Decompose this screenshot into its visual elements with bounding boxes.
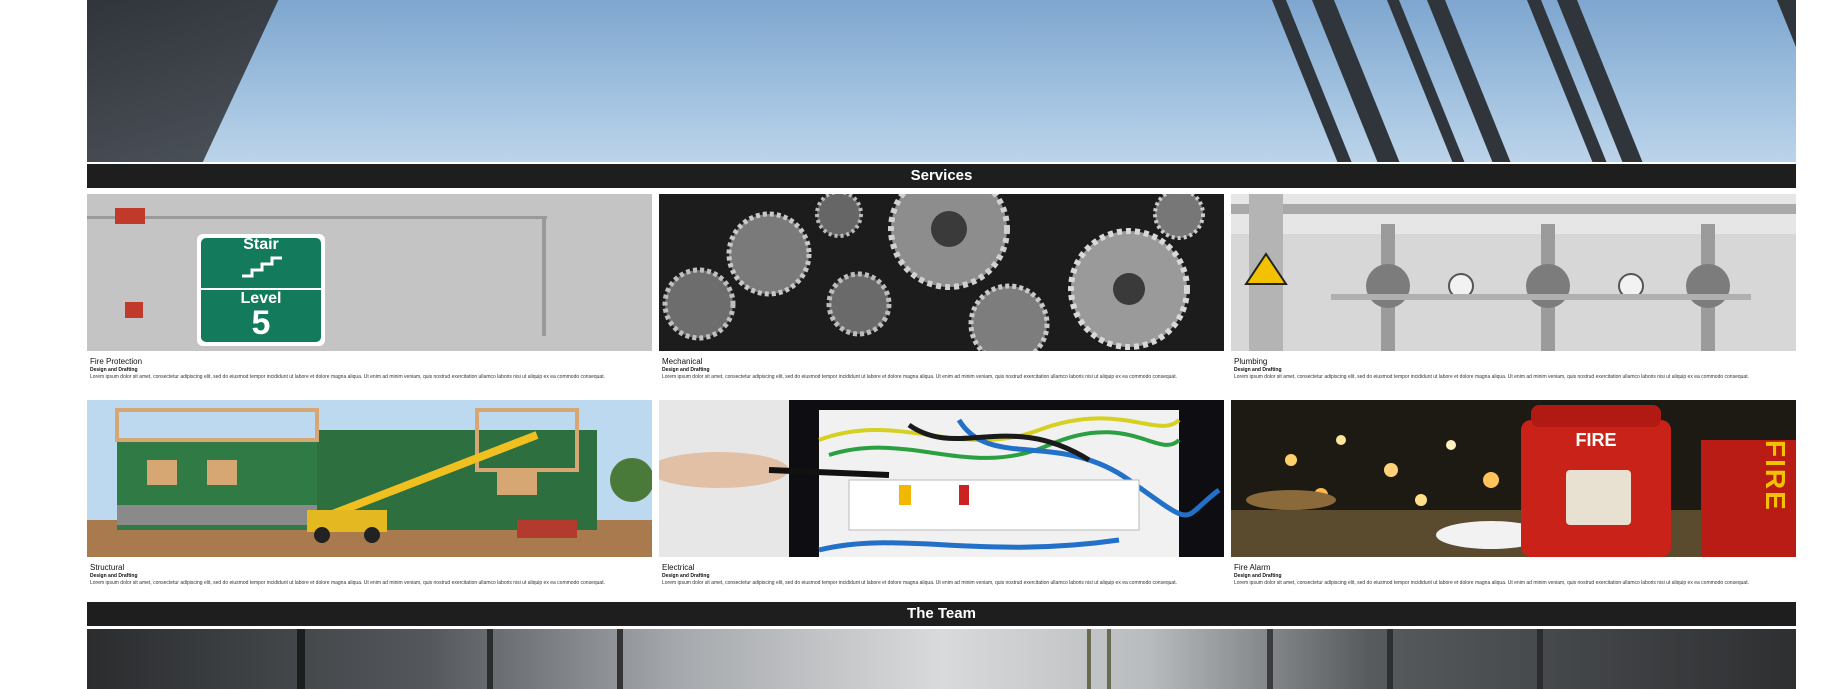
service-image-stair-sign: Stair Level 5 — [87, 194, 652, 351]
construction-illustration — [87, 400, 652, 557]
service-image-construction — [87, 400, 652, 557]
hero-window-bar — [1777, 0, 1796, 162]
gears-illustration — [659, 194, 1224, 351]
service-description: Lorem ipsum dolor sit amet, consectetur … — [662, 580, 1177, 586]
fire-side-sign: FIRE — [1760, 440, 1791, 512]
fire-box-label: FIRE — [1575, 430, 1617, 450]
service-card-fire-protection[interactable]: Stair Level 5 Fire Protection Design and… — [87, 194, 652, 380]
service-card-fire-alarm[interactable]: FIRE FIRE Fire Alarm Design and Drafting… — [1231, 400, 1796, 586]
service-subtitle: Design and Drafting — [90, 367, 138, 373]
service-description: Lorem ipsum dolor sit amet, consectetur … — [1234, 580, 1749, 586]
stair-sign-illustration — [87, 194, 652, 351]
service-description: Lorem ipsum dolor sit amet, consectetur … — [662, 374, 1177, 380]
pipes-illustration — [1231, 194, 1796, 351]
service-description: Lorem ipsum dolor sit amet, consectetur … — [90, 580, 605, 586]
service-subtitle: Design and Drafting — [1234, 367, 1282, 373]
fire-alarm-illustration — [1231, 400, 1796, 557]
service-card-electrical[interactable]: Electrical Design and Drafting Lorem ips… — [659, 400, 1224, 586]
hero-window-frame — [87, 0, 297, 162]
team-banner-illustration — [297, 629, 1543, 689]
service-title[interactable]: Fire Protection — [90, 357, 652, 366]
service-subtitle: Design and Drafting — [662, 573, 710, 579]
service-subtitle: Design and Drafting — [1234, 573, 1282, 579]
service-card-mechanical[interactable]: Mechanical Design and Drafting Lorem ips… — [659, 194, 1224, 380]
service-image-gears — [659, 194, 1224, 351]
service-description: Lorem ipsum dolor sit amet, consectetur … — [1234, 374, 1749, 380]
service-image-fire-alarm-box: FIRE FIRE — [1231, 400, 1796, 557]
hero-banner-image — [87, 0, 1796, 162]
service-subtitle: Design and Drafting — [90, 573, 138, 579]
service-card-plumbing[interactable]: Plumbing Design and Drafting Lorem ipsum… — [1231, 194, 1796, 380]
service-subtitle: Design and Drafting — [662, 367, 710, 373]
service-title[interactable]: Structural — [90, 563, 652, 572]
service-title[interactable]: Fire Alarm — [1234, 563, 1796, 572]
service-card-structural[interactable]: Structural Design and Drafting Lorem ips… — [87, 400, 652, 586]
stair-sign-number: 5 — [251, 304, 271, 342]
team-heading: The Team — [87, 602, 1796, 626]
service-title[interactable]: Electrical — [662, 563, 1224, 572]
services-heading: Services — [87, 164, 1796, 188]
electrical-panel-illustration — [659, 400, 1224, 557]
service-image-pipes — [1231, 194, 1796, 351]
service-description: Lorem ipsum dolor sit amet, consectetur … — [90, 374, 605, 380]
service-title[interactable]: Plumbing — [1234, 357, 1796, 366]
team-banner-image — [87, 629, 1796, 689]
stair-sign-top-text: Stair — [243, 236, 279, 253]
service-image-electrical-panel — [659, 400, 1224, 557]
service-title[interactable]: Mechanical — [662, 357, 1224, 366]
